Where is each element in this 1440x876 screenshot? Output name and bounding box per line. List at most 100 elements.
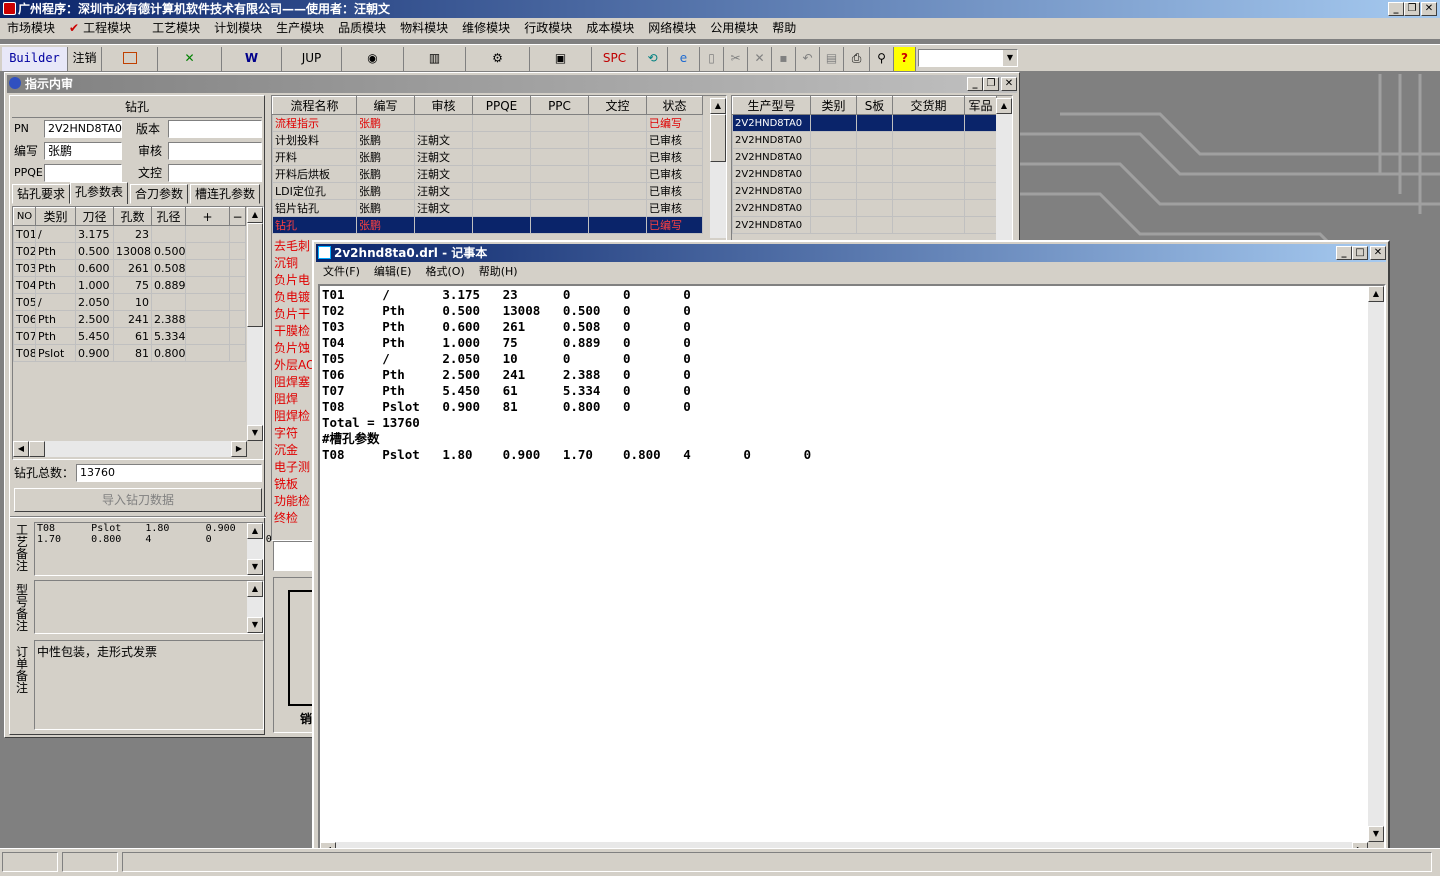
version-field[interactable]	[168, 120, 262, 138]
col-s-board[interactable]: S板	[856, 96, 893, 115]
hscroll-thumb[interactable]	[29, 441, 45, 457]
col-hole-dia[interactable]: 孔径	[151, 207, 186, 226]
menu-engineering[interactable]: ✔ 工程模块	[62, 18, 138, 38]
process-vscroll[interactable]: ▲	[710, 98, 726, 238]
scroll-thumb[interactable]	[247, 223, 263, 327]
col-category[interactable]: 类别	[810, 96, 857, 115]
notepad-vscroll[interactable]: ▲ ▼	[1368, 286, 1384, 842]
menu-network[interactable]: 网络模块	[641, 18, 703, 38]
menu-format[interactable]: 格式(O)	[418, 262, 471, 282]
database-icon[interactable]: ▥	[404, 47, 466, 71]
model-row[interactable]: 2V2HND8TA0	[732, 165, 997, 183]
eye-icon[interactable]: ◉	[342, 47, 404, 71]
menu-common[interactable]: 公用模块	[703, 18, 765, 38]
process-row[interactable]: LDI定位孔 张鹏 汪朝文 已审核	[272, 182, 703, 200]
menu-admin[interactable]: 行政模块	[517, 18, 579, 38]
scroll-down-icon[interactable]: ▼	[247, 425, 263, 441]
tab-combined-tools[interactable]: 合刀参数	[130, 184, 189, 204]
preview-icon[interactable]: ▤	[820, 47, 844, 71]
import-drill-button[interactable]: 导入钻刀数据	[14, 488, 262, 512]
help-icon[interactable]: ?	[894, 47, 916, 71]
scroll-down-icon[interactable]: ▼	[247, 617, 263, 633]
process-item[interactable]: 电子测	[272, 459, 316, 476]
menu-edit[interactable]: 编辑(E)	[367, 262, 419, 282]
drill-row[interactable]: T06 Pth 2.500 241 2.388	[13, 310, 246, 328]
scroll-down-icon[interactable]: ▼	[1368, 826, 1384, 842]
scroll-right-icon[interactable]: ▶	[231, 441, 247, 457]
col-no[interactable]: NO	[13, 207, 36, 226]
notepad-close-icon[interactable]: ✕	[1370, 246, 1386, 260]
col-minus[interactable]: −	[229, 207, 246, 226]
scroll-up-icon[interactable]: ▲	[247, 523, 263, 539]
excel-icon[interactable]: ✕	[158, 47, 222, 71]
scroll-up-icon[interactable]: ▲	[247, 581, 263, 597]
drill-row[interactable]: T07 Pth 5.450 61 5.334	[13, 327, 246, 345]
scroll-left-icon[interactable]: ◀	[13, 441, 29, 457]
menu-market[interactable]: 市场模块	[0, 18, 62, 38]
new-file-icon[interactable]: ▯	[700, 47, 724, 71]
drill-row[interactable]: T04 Pth 1.000 75 0.889	[13, 276, 246, 294]
drill-hscroll[interactable]: ◀ ▶	[13, 441, 247, 457]
drill-row[interactable]: T01/3.175 23	[13, 225, 246, 243]
ie-icon[interactable]: e	[668, 47, 700, 71]
jup-button[interactable]: JUP	[282, 47, 342, 71]
process-item[interactable]: 外层AO	[272, 357, 316, 374]
model-row[interactable]: 2V2HND8TA0	[732, 148, 997, 166]
drill-row[interactable]: T05/2.050 10	[13, 293, 246, 311]
process-item[interactable]: 铣板	[272, 476, 316, 493]
model-row[interactable]: 2V2HND8TA0	[732, 216, 997, 234]
process-row[interactable]: 计划投料 张鹏 汪朝文 已审核	[272, 131, 703, 149]
review-field[interactable]	[168, 142, 262, 160]
model-row[interactable]: 2V2HND8TA0	[732, 114, 997, 132]
doc-field[interactable]	[168, 164, 262, 182]
menu-plan[interactable]: 计划模块	[207, 18, 269, 38]
drill-row[interactable]: T03 Pth 0.600 261 0.508	[13, 259, 246, 277]
word-icon[interactable]: W	[222, 47, 282, 71]
order-note-box[interactable]: 中性包装，走形式发票	[34, 640, 264, 730]
model-row[interactable]: 2V2HND8TA0	[732, 182, 997, 200]
scroll-up-icon[interactable]: ▲	[247, 207, 263, 223]
process-item[interactable]: 阻焊检	[272, 408, 316, 425]
col-status[interactable]: 状态	[646, 96, 703, 115]
cut-icon[interactable]: ✂	[724, 47, 748, 71]
scroll-up-icon[interactable]: ▲	[1368, 286, 1384, 302]
process-item[interactable]: 沉铜	[272, 255, 316, 272]
network-icon[interactable]: ⚙	[466, 47, 530, 71]
col-ppqe[interactable]: PPQE	[472, 96, 531, 115]
inner-restore-icon[interactable]: ❐	[983, 77, 999, 91]
ppqe-field[interactable]	[44, 164, 122, 182]
col-plus[interactable]: +	[185, 207, 230, 226]
col-type[interactable]: 类别	[35, 207, 76, 226]
process-item[interactable]: 干膜检	[272, 323, 316, 340]
logout-button[interactable]: 注销	[68, 47, 102, 71]
notepad-text-area[interactable]: T01 / 3.175 23 0 0 0 T02 Pth 0.500 13008 …	[318, 284, 1386, 860]
process-item[interactable]: 负片电	[272, 272, 316, 289]
inner-close-icon[interactable]: ✕	[1001, 77, 1017, 91]
model-row[interactable]: 2V2HND8TA0	[732, 199, 997, 217]
model-vscroll[interactable]: ▲ ▼	[247, 581, 263, 633]
total-field[interactable]: 13760	[76, 464, 262, 482]
computer-icon[interactable]: ▣	[530, 47, 592, 71]
process-item[interactable]: 阻焊	[272, 391, 316, 408]
col-review[interactable]: 审核	[414, 96, 473, 115]
process-item[interactable]: 终检	[272, 510, 316, 527]
close-icon[interactable]: ✕	[1421, 2, 1437, 16]
model-row[interactable]: 2V2HND8TA0	[732, 131, 997, 149]
process-row[interactable]: 开料后烘板 张鹏 汪朝文 已审核	[272, 165, 703, 183]
process-item[interactable]: 阻焊塞	[272, 374, 316, 391]
drill-row[interactable]: T08 Pslot 0.900 81 0.800	[13, 344, 246, 362]
process-item[interactable]: 去毛刺	[272, 238, 316, 255]
menu-production[interactable]: 生产模块	[269, 18, 331, 38]
menu-notepad-help[interactable]: 帮助(H)	[472, 262, 525, 282]
undo-icon[interactable]: ↶	[796, 47, 820, 71]
col-process-name[interactable]: 流程名称	[272, 96, 357, 115]
model-note-box[interactable]: ▲ ▼	[34, 580, 264, 634]
drill-vscroll[interactable]: ▲ ▼	[247, 207, 263, 441]
scroll-thumb[interactable]	[710, 114, 726, 162]
col-delivery[interactable]: 交货期	[892, 96, 965, 115]
col-author[interactable]: 编写	[356, 96, 415, 115]
craft-note-box[interactable]: T08 Pslot 1.80 0.900 1.70 0.800 4 0 0 ▲ ▼	[34, 522, 272, 576]
process-item[interactable]: 字符	[272, 425, 316, 442]
tab-hole-parameters[interactable]: 孔参数表	[70, 182, 129, 204]
process-row[interactable]: 流程指示 张鹏 已编写	[272, 114, 703, 132]
